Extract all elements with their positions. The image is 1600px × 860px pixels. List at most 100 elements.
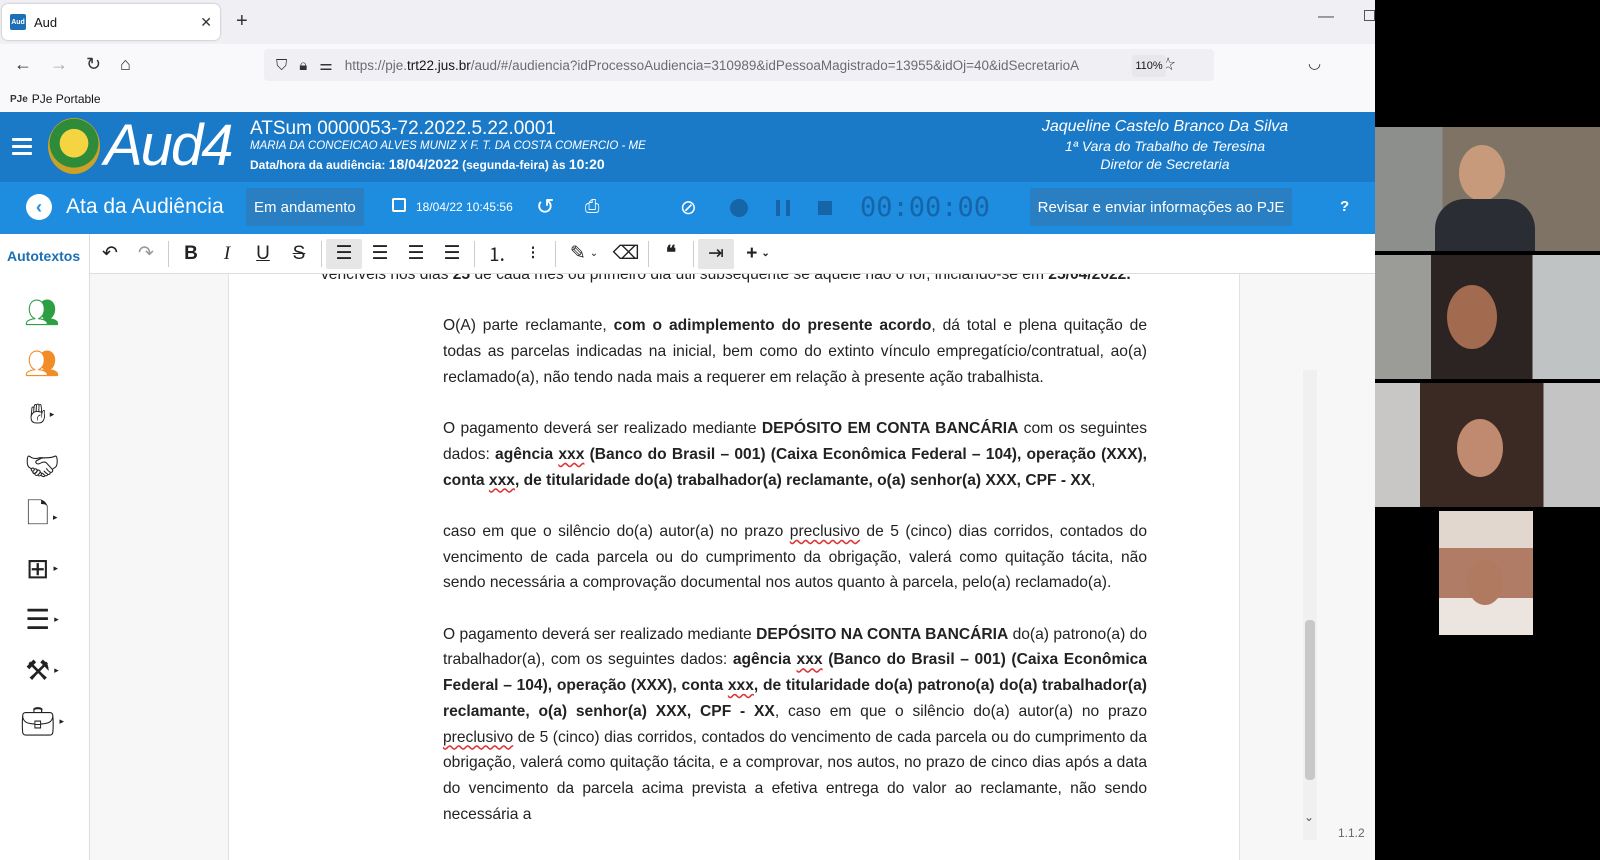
permissions-icon[interactable]: ⚌ bbox=[319, 56, 332, 74]
align-left-icon[interactable]: ☰ bbox=[362, 239, 398, 269]
toolbar-divider bbox=[168, 240, 169, 267]
highlight-icon[interactable]: ✎ ⌄ bbox=[560, 239, 608, 269]
spellcheck-word: preclusivo bbox=[789, 522, 860, 540]
participant-video-1[interactable] bbox=[1375, 127, 1600, 251]
tab-title: Aud bbox=[34, 14, 58, 30]
eraser-icon[interactable]: ⌫ bbox=[608, 239, 644, 269]
app-version: 1.1.2 bbox=[1338, 826, 1365, 840]
pause-icon[interactable] bbox=[776, 200, 790, 216]
document-area: vencíveis nos dias 25 de cada mês ou pri… bbox=[90, 274, 1375, 860]
menu-icon[interactable] bbox=[12, 138, 32, 155]
case-number: ATSum 0000053-72.2022.5.22.0001 bbox=[250, 118, 556, 139]
text-run: agência bbox=[732, 651, 797, 669]
participant-video-2[interactable] bbox=[1375, 255, 1600, 379]
back-arrow-icon[interactable]: ← bbox=[14, 54, 32, 75]
tab-bar: Aud Aud ✕ + — bbox=[0, 0, 1375, 44]
status-button[interactable]: Em andamento bbox=[246, 188, 364, 226]
document-icon[interactable]: 🗋︎ ▸ bbox=[18, 498, 66, 535]
quote-icon[interactable]: ❝ bbox=[653, 239, 689, 269]
indent-icon[interactable]: ⇥ bbox=[698, 238, 734, 269]
url-text[interactable]: https://pje.trt22.jus.br/aud/#/audiencia… bbox=[345, 58, 1085, 73]
browser-tab[interactable]: Aud Aud ✕ bbox=[2, 4, 220, 40]
paragraph-tacit-discharge[interactable]: caso em que o silêncio do(a) autor(a) no… bbox=[321, 519, 1147, 596]
scroll-down-icon[interactable]: ⌄ bbox=[1304, 810, 1314, 824]
video-call-panel bbox=[1375, 0, 1600, 860]
home-icon[interactable]: ⌂ bbox=[120, 54, 131, 75]
bookmarks-bar: PJe PJe Portable bbox=[0, 86, 1375, 112]
italic-icon[interactable]: I bbox=[209, 239, 245, 269]
strikethrough-icon[interactable]: S bbox=[281, 239, 317, 269]
toolbar-divider bbox=[474, 240, 475, 267]
reload-icon[interactable]: ↻ bbox=[86, 54, 101, 75]
toolbar-divider bbox=[555, 240, 556, 267]
bullet-list-icon[interactable]: ⁝ bbox=[515, 239, 551, 269]
redo-icon[interactable]: ↷ bbox=[128, 239, 164, 269]
url-bar[interactable]: ⛉ 🔒︎ ⚌ https://pje.trt22.jus.br/aud/#/au… bbox=[264, 49, 1214, 81]
insert-icon[interactable]: + ⌄ bbox=[734, 239, 782, 269]
participant-body bbox=[1435, 199, 1535, 251]
stop-icon[interactable] bbox=[818, 201, 832, 215]
text-run-bold: com o adimplemento do presente acordo bbox=[613, 317, 932, 335]
participant-face bbox=[1447, 285, 1497, 349]
browser-window: Aud Aud ✕ + — ← → ↻ ⌂ ⛉ 🔒︎ ⚌ https://pje… bbox=[0, 0, 1375, 860]
back-button[interactable]: ‹ bbox=[26, 194, 52, 220]
text-run: de 5 (cinco) dias corridos, contados do … bbox=[443, 728, 1147, 823]
maximize-window-icon[interactable] bbox=[1364, 10, 1375, 21]
recording-timer: 00:00:00 bbox=[860, 192, 991, 223]
scrollbar-thumb[interactable] bbox=[1305, 620, 1315, 780]
bold-icon[interactable]: B bbox=[173, 239, 209, 269]
handshake-icon[interactable]: 🤝︎ bbox=[18, 448, 66, 484]
print-icon[interactable]: ⎙ bbox=[585, 196, 599, 217]
app-header: Aud4 ATSum 0000053-72.2022.5.22.0001 MAR… bbox=[0, 112, 1375, 182]
participant-face bbox=[1457, 419, 1503, 477]
ordered-list-icon[interactable]: ⒈ bbox=[479, 239, 515, 269]
autotextos-title[interactable]: Autotextos bbox=[7, 248, 80, 264]
list-icon[interactable]: ☰ ▸ bbox=[18, 601, 66, 637]
participant-video-4[interactable] bbox=[1375, 511, 1600, 635]
align-right-icon[interactable]: ☰ bbox=[434, 239, 470, 269]
last-saved-time: 18/04/22 10:45:56 bbox=[416, 200, 513, 214]
history-icon[interactable]: ↺ bbox=[536, 194, 554, 220]
review-and-send-button[interactable]: Revisar e enviar informações ao PJE bbox=[1030, 188, 1292, 226]
close-tab-icon[interactable]: ✕ bbox=[200, 14, 212, 31]
help-icon[interactable]: ? bbox=[1340, 198, 1349, 215]
bookmark-pje-portable[interactable]: PJe Portable bbox=[32, 92, 101, 106]
spellcheck-word: xxx bbox=[488, 471, 515, 489]
undo-icon[interactable]: ↶ bbox=[92, 239, 128, 269]
medical-kit-icon[interactable]: ⊞ ▸ bbox=[18, 550, 66, 586]
spellcheck-word: xxx bbox=[558, 445, 585, 463]
briefcase-icon[interactable]: 💼︎ ▸ bbox=[18, 703, 66, 739]
save-icon[interactable] bbox=[392, 198, 406, 212]
lock-icon[interactable]: 🔒︎ bbox=[299, 57, 307, 74]
shield-icon[interactable]: ⛉ bbox=[276, 57, 287, 74]
navigation-bar: ← → ↻ ⌂ ⛉ 🔒︎ ⚌ https://pje.trt22.jus.br/… bbox=[0, 44, 1375, 86]
forward-arrow-icon[interactable]: → bbox=[50, 54, 68, 75]
minimize-window-icon[interactable]: — bbox=[1318, 8, 1334, 26]
pocket-icon[interactable]: ◡ bbox=[1308, 54, 1321, 72]
users-orange-icon[interactable]: 👥︎ bbox=[18, 345, 66, 381]
document-page[interactable]: vencíveis nos dias 25 de cada mês ou pri… bbox=[228, 274, 1240, 860]
participant-video-3[interactable] bbox=[1375, 383, 1600, 507]
user-name: Jaqueline Castelo Branco Da Silva bbox=[1041, 118, 1289, 135]
camera-off-icon[interactable]: ⊘ bbox=[680, 195, 697, 220]
paragraph-discharge[interactable]: O(A) parte reclamante, com o adimplement… bbox=[321, 313, 1147, 390]
text-run: , de titularidade do(a) trabalhador(a) r… bbox=[514, 471, 1092, 489]
spellcheck-word: xxx bbox=[727, 677, 754, 695]
hand-icon[interactable]: ✋︎ ▸ bbox=[18, 396, 66, 432]
paragraph-installments[interactable]: vencíveis nos dias 25 de cada mês ou pri… bbox=[321, 274, 1147, 288]
users-green-icon[interactable]: 👥︎ bbox=[18, 294, 66, 330]
record-icon[interactable] bbox=[730, 199, 748, 217]
zoom-level[interactable]: 110% bbox=[1132, 55, 1166, 77]
paragraph-payment-attorney[interactable]: O pagamento deverá ser realizado mediant… bbox=[321, 622, 1147, 828]
coat-of-arms-icon bbox=[48, 118, 100, 174]
text-run: , bbox=[1091, 471, 1096, 489]
align-justify-icon[interactable]: ☰ bbox=[326, 238, 362, 269]
document-text[interactable]: vencíveis nos dias 25 de cada mês ou pri… bbox=[321, 274, 1147, 853]
new-tab-icon[interactable]: + bbox=[236, 10, 248, 33]
text-run-bold: DEPÓSITO EM CONTA BANCÁRIA bbox=[761, 420, 1019, 438]
align-center-icon[interactable]: ☰ bbox=[398, 239, 434, 269]
paragraph-payment-worker[interactable]: O pagamento deverá ser realizado mediant… bbox=[321, 416, 1147, 493]
participant-face bbox=[1467, 559, 1503, 605]
underline-icon[interactable]: U bbox=[245, 239, 281, 269]
gavel-icon[interactable]: ⚒︎ ▸ bbox=[18, 652, 66, 688]
